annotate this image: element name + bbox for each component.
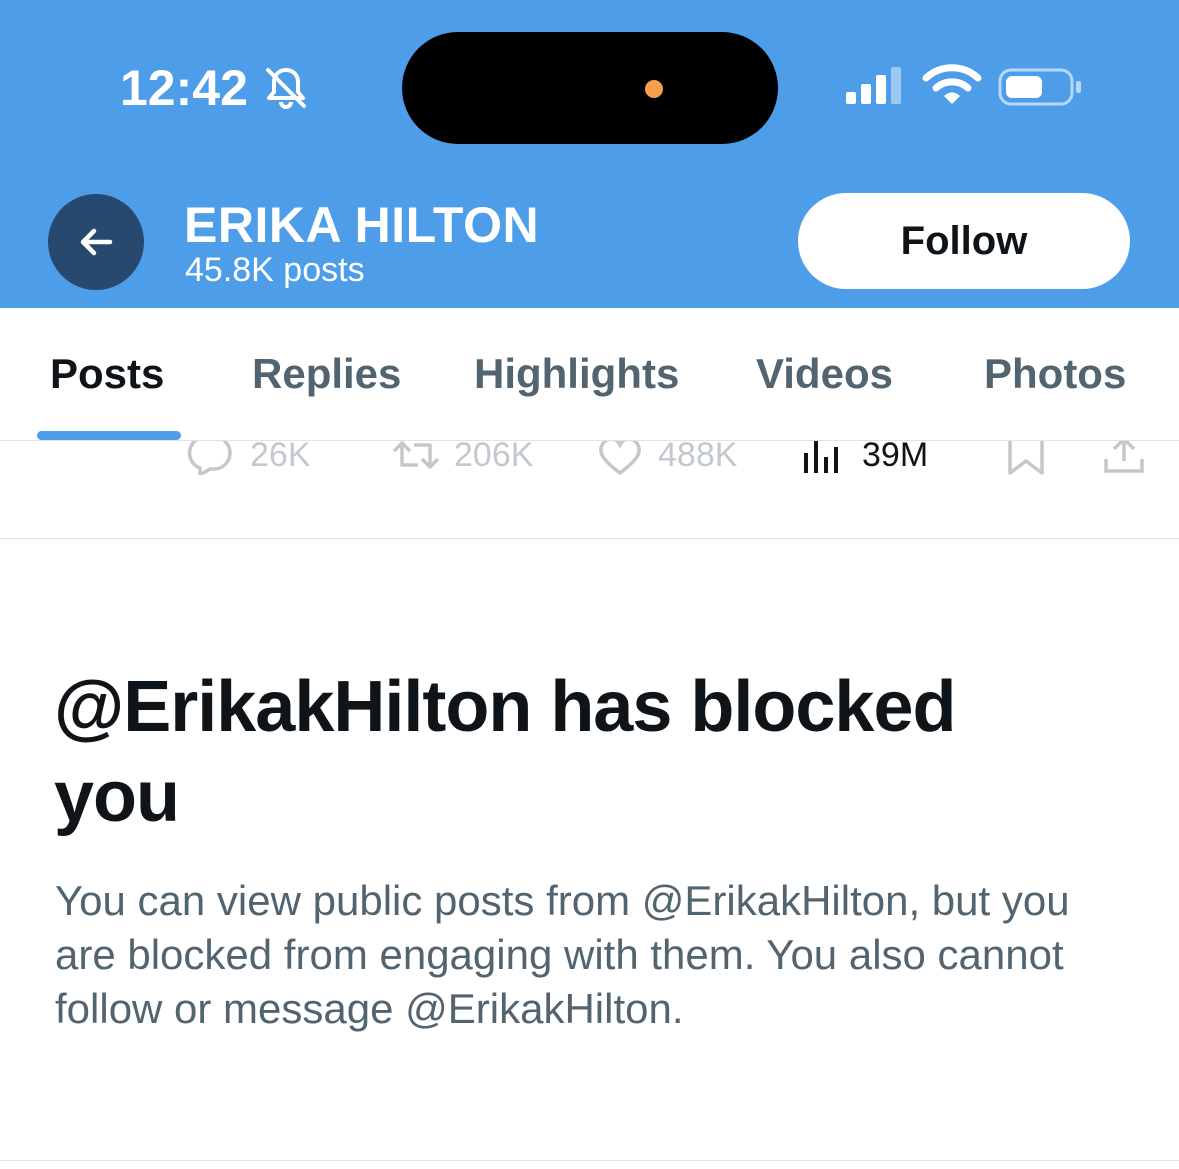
bell-slash-icon: [266, 68, 306, 109]
share-icon: [1104, 441, 1144, 473]
cellular-signal-icon: [846, 67, 901, 104]
reply-icon: [187, 441, 232, 475]
dynamic-island: [402, 32, 778, 144]
tab-posts[interactable]: Posts: [50, 346, 164, 402]
reply-action[interactable]: 26K: [186, 441, 326, 475]
repost-icon: [392, 441, 440, 469]
tab-replies[interactable]: Replies: [252, 346, 401, 402]
privacy-indicator-dot: [645, 80, 663, 98]
tab-videos[interactable]: Videos: [756, 346, 893, 402]
views-count: 39M: [862, 441, 929, 474]
like-count: 488K: [658, 441, 738, 474]
profile-tabs: Posts Replies Highlights Videos Photos: [0, 308, 1179, 441]
reply-count: 26K: [250, 441, 311, 474]
profile-header: 12:42 ERIKA HILTON 45.8K posts Follow: [0, 0, 1179, 308]
tab-photos[interactable]: Photos: [984, 346, 1126, 402]
post-count: 45.8K posts: [185, 251, 365, 289]
tab-highlights[interactable]: Highlights: [474, 346, 679, 402]
profile-name: ERIKA HILTON: [184, 197, 540, 253]
active-tab-indicator: [37, 431, 181, 440]
views-bar-chart-icon: [804, 441, 838, 473]
bookmark-icon: [1008, 441, 1044, 475]
battery-icon: [998, 68, 1081, 106]
wifi-icon: [922, 64, 982, 104]
post-action-bar: 26K 206K 488K 39M: [0, 441, 1179, 539]
status-time: 12:42: [120, 60, 248, 116]
share-action[interactable]: [1102, 441, 1146, 475]
blocked-description: You can view public posts from @ErikakHi…: [55, 877, 1070, 1032]
views-action[interactable]: 39M: [802, 441, 942, 475]
like-action[interactable]: 488K: [596, 441, 756, 475]
arrow-left-icon: [80, 228, 113, 256]
bookmark-action[interactable]: [1006, 441, 1050, 475]
blocked-title: @ErikakHilton has blocked you: [54, 667, 956, 837]
repost-action[interactable]: 206K: [388, 441, 558, 475]
follow-button[interactable]: Follow: [798, 193, 1130, 289]
back-button[interactable]: [48, 194, 144, 290]
divider: [0, 1160, 1179, 1161]
repost-count: 206K: [454, 441, 534, 474]
heart-icon: [599, 441, 641, 475]
